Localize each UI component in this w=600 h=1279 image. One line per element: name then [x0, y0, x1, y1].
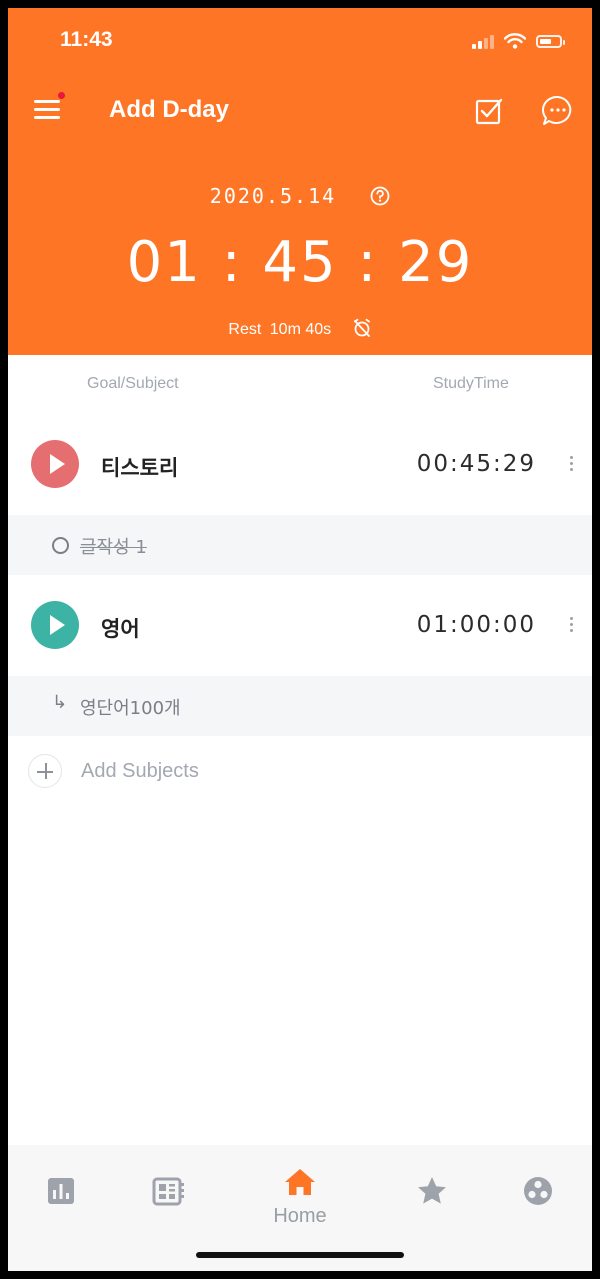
header: 11:43 Add D-day 2020.5.14 01: 45: 29 R… [8, 8, 592, 355]
notification-dot [58, 92, 65, 99]
total-study-time: 01 : 45 : 29 [126, 230, 474, 295]
app-screen: 11:43 Add D-day 2020.5.14 01: 45: 29 R… [8, 8, 592, 1271]
d-day-date: 2020.5.14 [209, 184, 337, 208]
subject-study-time: 01:00:00 [416, 612, 536, 638]
more-options-icon[interactable] [566, 456, 576, 476]
task-item[interactable]: ↳ 영단어100개 [8, 676, 592, 736]
star-icon[interactable] [412, 1171, 452, 1211]
menu-button[interactable] [34, 98, 62, 122]
subject-row[interactable]: 티스토리 00:45:29 [8, 411, 592, 515]
tab-home-label[interactable]: Home [256, 1205, 344, 1228]
task-text: 영단어100개 [80, 698, 181, 719]
rest-row: Rest 10m 40s [8, 318, 592, 339]
column-header: Goal/Subject StudyTime [8, 355, 592, 412]
play-button[interactable] [31, 440, 79, 488]
add-subjects-label: Add Subjects [81, 760, 199, 782]
wifi-icon [504, 33, 526, 49]
plus-icon[interactable] [28, 754, 62, 788]
sub-arrow-icon: ↳ [52, 692, 68, 713]
home-indicator [196, 1252, 404, 1258]
task-circle-icon[interactable] [52, 537, 69, 554]
subject-study-time: 00:45:29 [416, 451, 536, 477]
stats-icon[interactable] [41, 1171, 81, 1211]
alarm-off-icon[interactable] [352, 318, 372, 338]
checklist-icon[interactable] [474, 96, 504, 126]
status-time: 11:43 [60, 28, 113, 51]
play-button[interactable] [31, 601, 79, 649]
chat-icon[interactable] [541, 94, 575, 128]
study-time-header: StudyTime [433, 375, 509, 392]
tab-bar: Home [8, 1145, 592, 1271]
task-item[interactable]: 글작성 1 [8, 515, 592, 575]
help-icon[interactable] [370, 186, 390, 206]
page-title[interactable]: Add D-day [109, 96, 229, 124]
subject-name: 영어 [101, 617, 140, 641]
battery-icon [536, 34, 565, 48]
status-icons [472, 30, 565, 52]
signal-icon [472, 33, 494, 49]
home-icon[interactable] [280, 1163, 320, 1203]
date-row: 2020.5.14 [8, 184, 592, 208]
subject-name: 티스토리 [101, 456, 179, 480]
task-text: 글작성 1 [80, 537, 147, 558]
more-options-icon[interactable] [566, 617, 576, 637]
rest-label: Rest [228, 321, 262, 338]
planner-icon[interactable] [147, 1171, 187, 1211]
group-icon[interactable] [518, 1171, 558, 1211]
rest-value: 10m 40s [269, 321, 332, 338]
subject-row[interactable]: 영어 01:00:00 [8, 575, 592, 679]
goal-subject-header: Goal/Subject [87, 375, 179, 392]
